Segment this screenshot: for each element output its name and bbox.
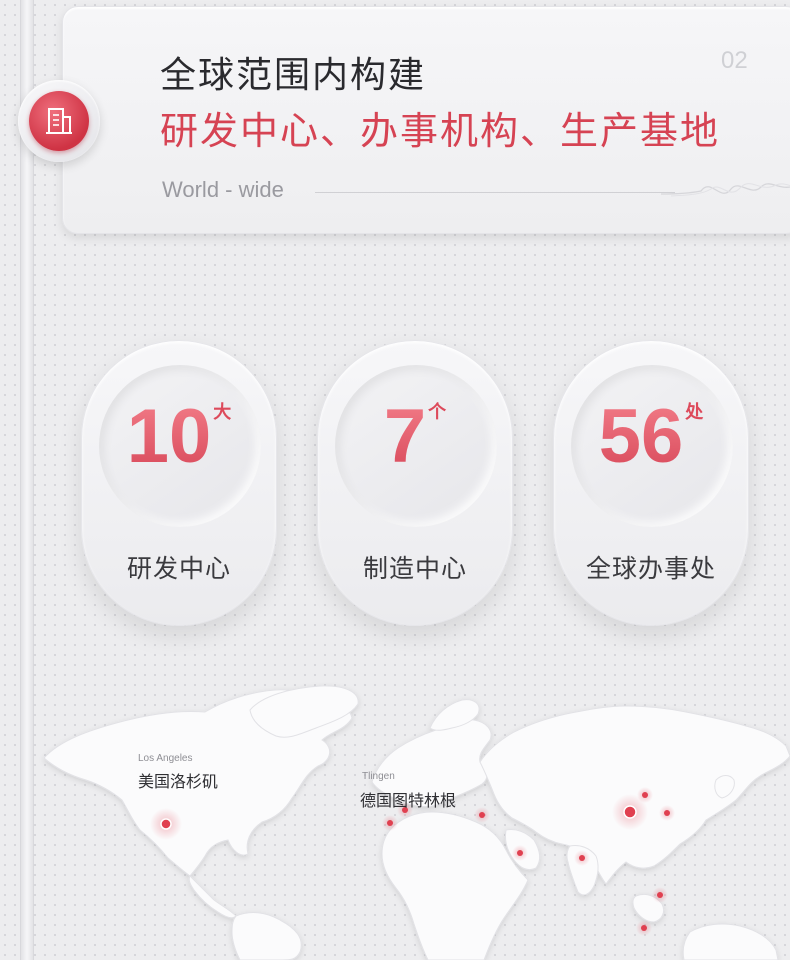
continent-central-america [188,875,237,919]
stat-card-offices: 56 处 全球办事处 [553,340,749,626]
continent-south-america [231,912,302,960]
city-name-zh: 美国洛杉矶 [138,772,219,791]
stat-label: 制造中心 [362,554,467,583]
stat-value: 10 大 [82,399,276,494]
stat-unit: 处 [685,402,704,422]
page-number: 02 [721,47,748,74]
header-badge [18,80,100,162]
world-wide-label: World - wide [162,177,284,202]
stat-unit: 个 [428,402,447,422]
stat-value: 7个 [318,399,512,494]
header-subtitle-red: 研发中心、办事机构、生产基地 [160,109,721,153]
stat-label: 研发中心 [126,554,231,583]
city-name-en: Tlingen [362,771,395,782]
stat-value: 56 处 [554,399,748,494]
stat-card-rd: 10 大 研发中心 [81,340,277,626]
stat-label: 全球办事处 [585,554,716,583]
world-map [43,685,790,960]
city-name-zh: 德国图特林根 [360,791,457,810]
stat-unit: 大 [213,402,232,422]
header-divider [315,192,675,193]
badge-core [29,91,89,151]
stat-card-manufacturing: 7个 制造中心 [317,340,513,626]
city-name-en: Los Angeles [138,753,193,764]
decorative-wave [660,167,790,211]
building-icon [46,108,72,134]
header-title: 全球范围内构建 [160,55,427,96]
continent-australia [682,923,779,960]
